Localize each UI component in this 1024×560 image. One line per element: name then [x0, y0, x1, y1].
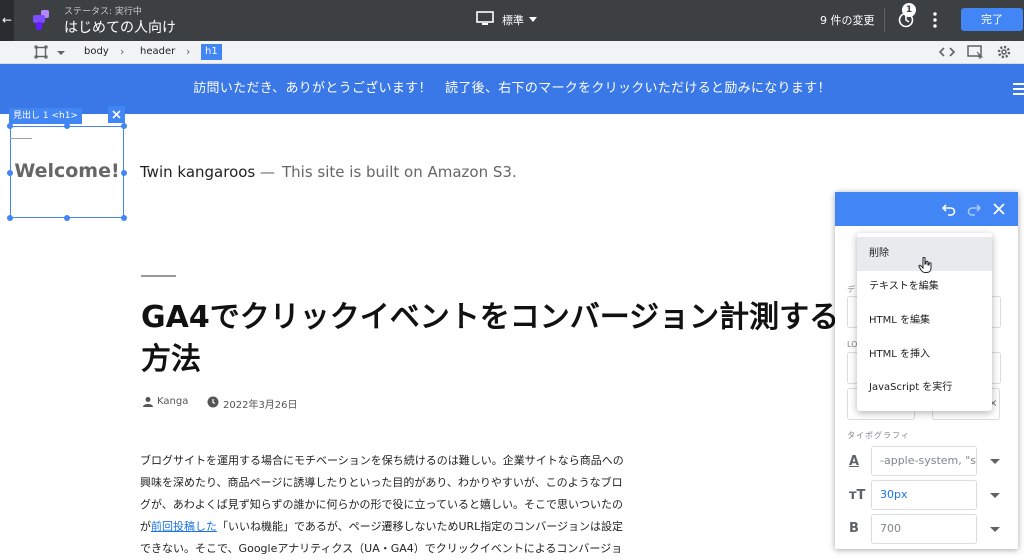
clock-icon: [207, 396, 219, 408]
site-title-separator: —: [260, 163, 275, 181]
author-name[interactable]: Kanga: [157, 396, 188, 407]
chevron-right-icon: ›: [120, 45, 125, 58]
close-icon[interactable]: [108, 106, 125, 123]
back-arrow-icon[interactable]: ←: [0, 0, 14, 41]
menu-item-insert-html[interactable]: HTML を挿入: [857, 338, 992, 372]
chevron-right-icon: ›: [186, 45, 191, 58]
person-icon: [143, 397, 153, 407]
resize-handle[interactable]: [7, 215, 13, 221]
menu-item-edit-html[interactable]: HTML を編集: [857, 304, 992, 338]
body-line: が前回投稿した「いいね機能」であるが、ページ遷移しないためURL指定のコンバージ…: [140, 516, 636, 538]
chevron-down-icon[interactable]: [529, 17, 537, 22]
hand-cursor-icon: [918, 257, 932, 273]
font-weight-icon: B: [849, 521, 859, 536]
redo-icon[interactable]: [967, 202, 981, 216]
changes-count[interactable]: 9 件の変更: [820, 12, 875, 28]
chevron-down-icon[interactable]: [990, 527, 1000, 532]
resize-handle[interactable]: [64, 123, 70, 129]
container-name: はじめての人向け: [64, 20, 176, 36]
section-label: LO: [847, 340, 858, 349]
chevron-down-icon[interactable]: [990, 493, 1000, 498]
font-weight-field[interactable]: 700: [871, 514, 977, 544]
monitor-icon[interactable]: [476, 11, 494, 25]
body-line: できない。そこで、Googleアナリティクス（UA・GA4）でクリックイベントに…: [140, 542, 623, 555]
editor-panel-header: [835, 192, 1018, 226]
body-text: 「いいね機能」であるが、ページ遷移しないためURL指定のコンバージョンは設定: [217, 520, 624, 533]
device-selector-label[interactable]: 標準: [502, 12, 524, 28]
gear-icon[interactable]: [996, 44, 1012, 60]
welcome-heading[interactable]: Welcome!: [10, 160, 124, 182]
tag-manager-logo-icon: [33, 10, 49, 30]
breadcrumb-h1[interactable]: h1: [201, 44, 222, 60]
post-date: 2022年3月26日: [223, 400, 298, 411]
site-description: This site is built on Amazon S3.: [282, 163, 517, 181]
menu-icon[interactable]: [1013, 82, 1024, 96]
body-line: ブログサイトを運用する場合にモチベーションを保ち続けるのは難しい。企業サイトなら…: [140, 454, 624, 467]
resize-handle[interactable]: [64, 215, 70, 221]
done-button[interactable]: 完了: [961, 8, 1023, 31]
breadcrumb-body[interactable]: body: [84, 46, 109, 57]
font-family-icon: A: [849, 454, 860, 469]
menu-item-edit-text[interactable]: テキストを編集: [857, 270, 992, 304]
typography-label: タイポグラフィ: [847, 431, 910, 440]
body-line: グが、あわよくば見ず知らずの誰かに何らかの形で役に立っていると嬉しい。そこで思い…: [140, 498, 624, 511]
code-icon[interactable]: [939, 46, 955, 58]
resize-handle[interactable]: [7, 123, 13, 129]
more-vert-icon[interactable]: [930, 11, 940, 29]
toolbar-divider: [884, 8, 885, 32]
preview-select-icon[interactable]: [967, 45, 983, 59]
font-family-field[interactable]: -apple-system, "sys: [871, 446, 977, 476]
body-text: が: [140, 520, 151, 533]
site-title[interactable]: Twin kangaroos: [140, 163, 255, 181]
section-label: デ: [847, 285, 855, 294]
font-size-field[interactable]: 30px: [871, 480, 977, 510]
divider: [10, 138, 32, 139]
menu-item-run-javascript[interactable]: JavaScript を実行: [857, 371, 992, 405]
close-icon[interactable]: [992, 202, 1006, 216]
article-title[interactable]: GA4でクリックイベントをコンバージョン計測する方法: [141, 297, 841, 381]
history-badge: 1: [902, 3, 916, 17]
previous-post-link[interactable]: 前回投稿した: [151, 520, 217, 533]
select-element-icon[interactable]: [34, 45, 48, 59]
chevron-down-icon[interactable]: [990, 459, 1000, 464]
resize-handle[interactable]: [121, 123, 127, 129]
article-body: ブログサイトを運用する場合にモチベーションを保ち続けるのは難しい。企業サイトなら…: [140, 450, 636, 560]
banner-text: 訪問いただき、ありがとうございます！ 読了後、右下のマークをクリックいただけると…: [193, 81, 831, 96]
body-line: 興味を深めたり、商品ページに誘導したりといった目的があり、わかりやすいが、このよ…: [140, 476, 623, 489]
breadcrumb-header[interactable]: header: [140, 46, 175, 57]
font-size-icon: тT: [849, 488, 866, 503]
chevron-down-icon[interactable]: [57, 51, 65, 55]
resize-handle[interactable]: [121, 215, 127, 221]
divider: [141, 275, 176, 277]
undo-icon[interactable]: [942, 202, 956, 216]
selected-element-tag: 見出し 1 <h1>: [9, 108, 82, 124]
status-text: ステータス: 実行中: [64, 7, 142, 17]
